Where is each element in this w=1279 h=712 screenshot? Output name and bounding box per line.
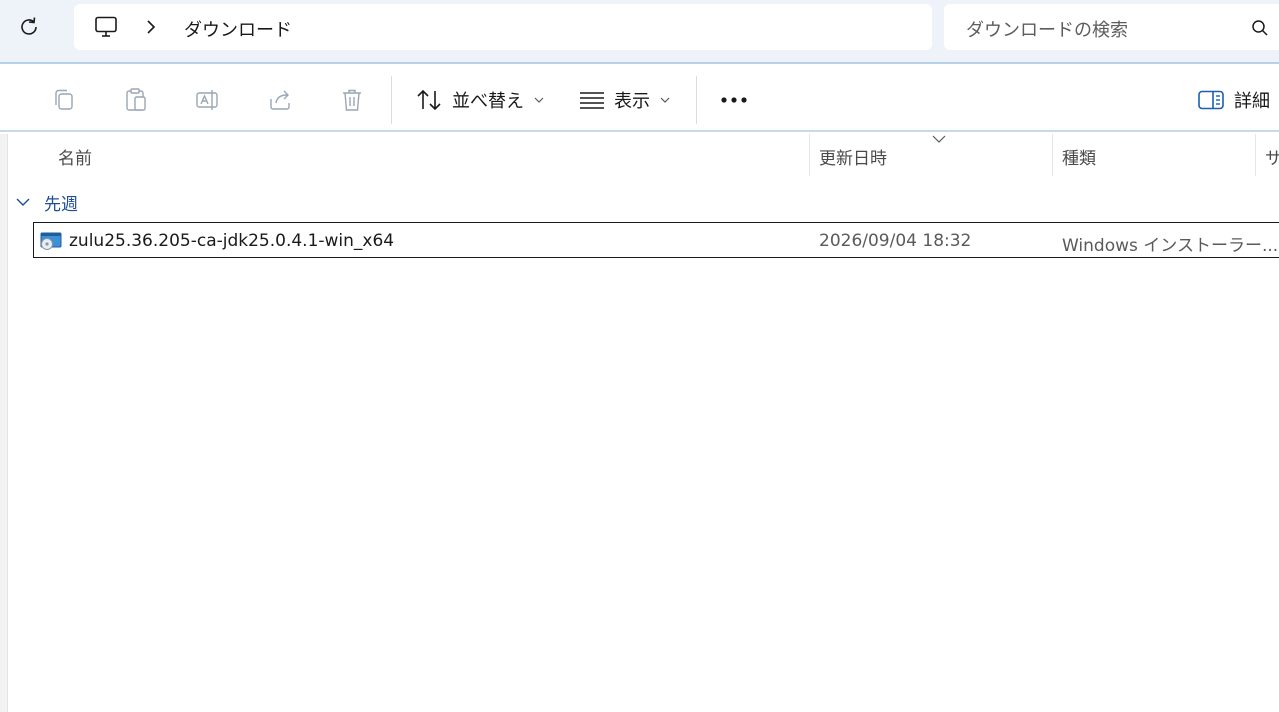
file-date-modified: 2026/09/04 18:32 [819,231,972,251]
paste-icon [126,88,146,111]
column-header-size[interactable]: サ [1265,144,1279,169]
chevron-down-icon [660,97,670,103]
pc-icon[interactable] [94,16,118,38]
search-input[interactable]: ダウンロードの検索 [944,4,1279,50]
file-name: zulu25.36.205-ca-jdk25.0.4.1-win_x64 [69,231,395,251]
column-header-date-modified[interactable]: 更新日時 [819,144,887,169]
rename-button[interactable] [194,86,222,114]
chevron-down-icon [534,97,544,103]
sort-label: 並べ替え [452,91,524,112]
command-bar: 並べ替え 表示 詳細 [0,64,1279,132]
delete-icon [343,89,361,111]
copy-icon [55,89,73,110]
installer-icon [40,232,62,250]
rename-icon [196,90,218,110]
delete-button[interactable] [338,86,366,114]
refresh-icon [21,17,37,35]
address-row: ダウンロード ダウンロードの検索 [0,0,1279,62]
share-button[interactable] [266,86,294,114]
view-icon [580,92,604,109]
toolbar-divider [696,76,697,124]
share-icon [270,90,290,110]
sort-icon [417,89,441,111]
search-icon [1252,20,1268,36]
sort-button[interactable]: 並べ替え [416,82,544,118]
chevron-right-icon[interactable] [144,18,158,36]
chevron-down-icon[interactable] [16,197,30,207]
details-pane-button[interactable]: 詳細 [1198,82,1270,118]
file-list-area: 名前 更新日時 種類 サ 先週 zulu25.36.205-ca-jdk25.0… [0,134,1279,712]
column-header-type[interactable]: 種類 [1062,144,1096,169]
column-header-row: 名前 更新日時 種類 サ [8,134,1279,176]
navigation-pane-edge [0,134,8,712]
copy-button[interactable] [50,86,78,114]
file-row[interactable]: zulu25.36.205-ca-jdk25.0.4.1-win_x64 202… [33,222,1279,258]
refresh-button[interactable] [12,10,46,44]
paste-button[interactable] [122,86,150,114]
group-label: 先週 [44,194,78,215]
sort-descending-icon [932,135,946,143]
breadcrumb-downloads[interactable]: ダウンロード [184,16,292,42]
column-separator[interactable] [809,134,810,176]
file-type: Windows インストーラー... [1062,236,1279,256]
view-label: 表示 [614,91,650,112]
more-icon [721,97,747,103]
column-separator[interactable] [1255,134,1256,176]
group-header-last-week[interactable]: 先週 [16,190,78,215]
column-header-name[interactable]: 名前 [58,144,92,169]
column-separator[interactable] [1052,134,1053,176]
details-pane-icon [1198,90,1224,110]
see-more-button[interactable] [716,86,752,114]
address-bar[interactable]: ダウンロード [74,4,932,50]
toolbar-divider [391,76,392,124]
view-button[interactable]: 表示 [580,82,670,118]
search-placeholder: ダウンロードの検索 [966,20,1128,41]
details-label: 詳細 [1234,91,1270,112]
